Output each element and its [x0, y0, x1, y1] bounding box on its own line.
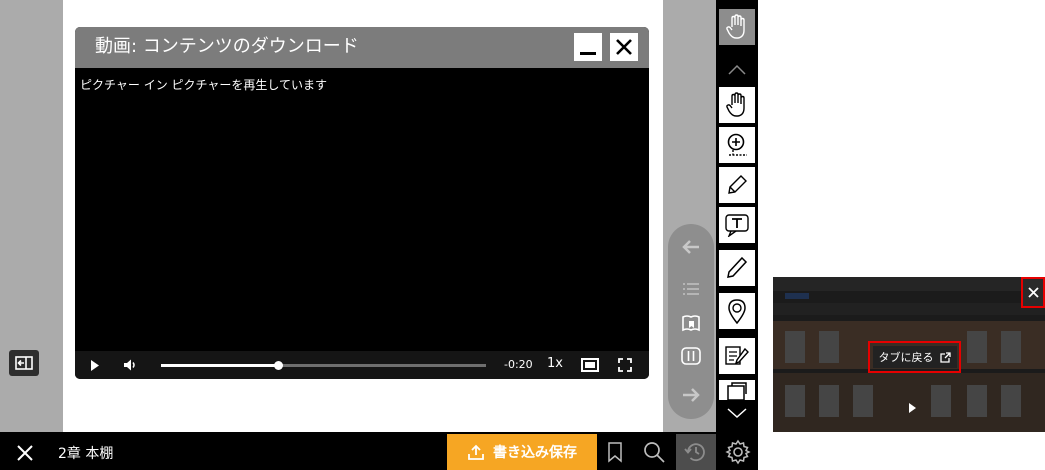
sidebar-toggle-icon [15, 356, 33, 370]
pip-status-text: ピクチャー イン ピクチャーを再生しています [80, 78, 328, 92]
volume-icon [124, 359, 135, 371]
pip-window: タブに戻る [773, 277, 1045, 432]
zoom-in-icon [727, 133, 747, 156]
play-icon [91, 359, 99, 371]
memo-edit-icon [725, 346, 749, 365]
book-bookmark-icon [682, 315, 700, 332]
search-button[interactable] [638, 436, 670, 468]
bookmark-list-button[interactable] [676, 310, 706, 336]
page-spread-icon [681, 347, 701, 365]
bookmark-icon [608, 442, 622, 463]
fullscreen-button[interactable] [615, 356, 635, 374]
pip-button[interactable] [580, 356, 600, 374]
play-button[interactable] [87, 357, 103, 373]
search-icon [644, 442, 665, 463]
close-reader-button[interactable] [12, 440, 38, 466]
playback-speed-button[interactable]: 1x [547, 356, 563, 371]
close-icon [616, 39, 632, 55]
highlighter-button[interactable] [719, 167, 755, 203]
external-link-icon [939, 351, 951, 363]
chevron-up-icon [728, 64, 746, 75]
play-icon [908, 403, 916, 413]
memo-button[interactable] [719, 338, 755, 374]
gear-icon [725, 439, 751, 465]
scroll-up-button[interactable] [719, 54, 755, 84]
return-to-tab-label: タブに戻る [878, 351, 934, 364]
save-annotations-button[interactable]: 書き込み保存 [447, 434, 597, 470]
chevron-down-icon [727, 408, 747, 419]
hand-icon [726, 92, 745, 117]
spread-view-button[interactable] [676, 343, 706, 369]
minimize-icon [580, 52, 596, 55]
time-remaining: -0:20 [504, 358, 533, 371]
return-to-tab-button[interactable]: タブに戻る [868, 341, 961, 373]
pan-tool-button[interactable] [719, 87, 755, 123]
pencil-button[interactable] [719, 250, 755, 286]
arrow-right-icon [683, 388, 700, 402]
copy-button[interactable] [719, 380, 755, 400]
next-page-button[interactable] [676, 382, 706, 408]
picture-in-picture-icon [581, 358, 599, 372]
volume-button[interactable] [122, 356, 140, 374]
seek-thumb[interactable] [274, 361, 283, 370]
bookmark-button[interactable] [600, 436, 630, 468]
video-panel-title: 動画: コンテンツのダウンロード [95, 36, 359, 57]
history-icon [684, 443, 705, 462]
seek-bar[interactable] [161, 361, 486, 370]
pencil-icon [727, 256, 748, 278]
zoom-area-button[interactable] [719, 127, 755, 163]
highlighter-icon [728, 175, 747, 194]
settings-button[interactable] [720, 434, 756, 470]
list-icon [683, 283, 699, 295]
text-note-icon [725, 214, 749, 237]
collapse-sidebar-button[interactable] [9, 350, 39, 376]
history-button[interactable] [676, 434, 716, 470]
video-panel: 動画: コンテンツのダウンロード ピクチャー イン ピクチャーを再生しています … [75, 27, 649, 379]
previous-page-button[interactable] [676, 234, 706, 260]
seek-bar-progress [161, 364, 278, 367]
pip-play-button[interactable] [903, 399, 921, 417]
close-button[interactable] [610, 33, 638, 61]
pan-tool-selected[interactable] [719, 9, 755, 45]
hand-icon [726, 14, 745, 39]
scroll-down-button[interactable] [719, 400, 755, 426]
link-pin-icon [728, 299, 746, 324]
toc-button[interactable] [676, 276, 706, 302]
minimize-button[interactable] [574, 33, 602, 61]
link-pin-button[interactable] [719, 293, 755, 329]
save-button-label: 書き込み保存 [493, 445, 577, 461]
close-icon [1027, 287, 1039, 298]
arrow-left-icon [682, 240, 699, 254]
video-controls-bar: -0:20 1x [75, 351, 649, 379]
return-to-tab-inner: タブに戻る [872, 346, 957, 368]
chapter-label: 2章 本棚 [58, 446, 114, 462]
upload-icon [468, 444, 484, 460]
fullscreen-icon [618, 358, 632, 372]
pip-close-button[interactable] [1021, 277, 1045, 308]
text-note-button[interactable] [719, 207, 755, 243]
close-icon [17, 445, 33, 461]
copy-icon [727, 382, 747, 400]
